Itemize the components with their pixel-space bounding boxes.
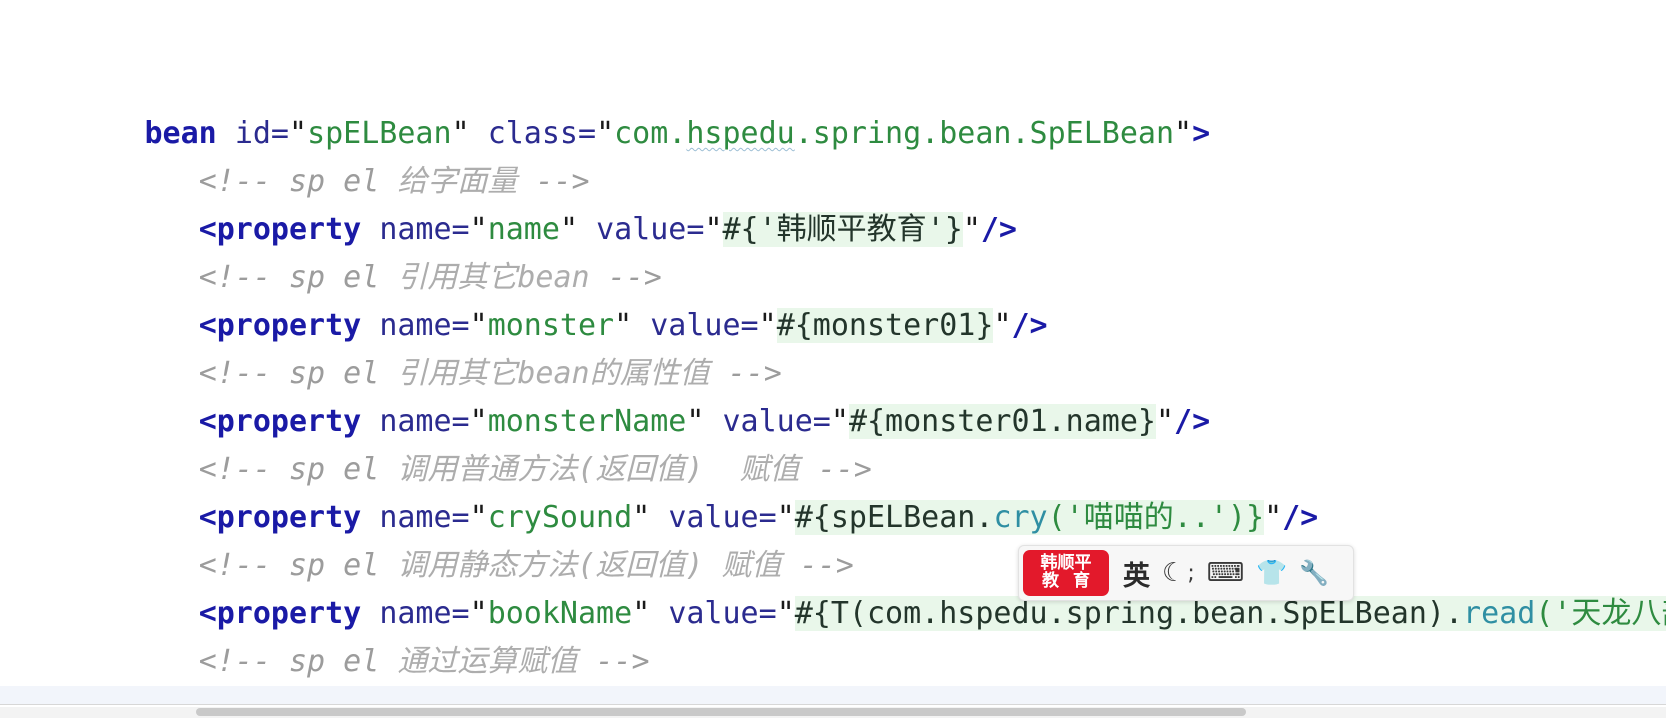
- token-property-tag-3: property: [216, 404, 362, 439]
- punctuation-mode-icon[interactable]: ;: [1187, 546, 1194, 600]
- token-comment-spel-3: sp el: [270, 356, 398, 391]
- skin-icon[interactable]: 👕: [1256, 546, 1287, 600]
- token-comment-open-2: <!--: [198, 260, 271, 295]
- token-prop-name-4: crySound: [487, 500, 633, 535]
- horizontal-scrollbar-thumb[interactable]: [196, 708, 1246, 716]
- token-comment-spel-2: sp el: [270, 260, 398, 295]
- token-selfclose-2: />: [1011, 308, 1048, 343]
- ime-floating-toolbar[interactable]: 韩顺平 教 育 英 ☾ ; ⌨ 👕 🔧: [1018, 545, 1354, 601]
- token-selfclose-4: />: [1282, 500, 1319, 535]
- token-comment-spel-5: sp el: [270, 548, 398, 583]
- token-id-value: spELBean: [307, 116, 452, 151]
- token-comment-spel-4: sp el: [270, 452, 398, 487]
- token-comment-open: <!--: [198, 164, 271, 199]
- token-name-attr-5: name=: [379, 596, 470, 631]
- token-name-attr-2: name=: [379, 308, 470, 343]
- token-class-attr: class=: [487, 116, 597, 151]
- token-class-prefix: com.: [614, 116, 687, 151]
- token-value-attr-5: value=: [668, 596, 777, 631]
- token-selfclose-3: />: [1174, 404, 1211, 439]
- token-comment-text-literal: 给字面量: [397, 164, 518, 199]
- token-comment-open-4: <!--: [198, 452, 271, 487]
- token-value-attr-4: value=: [668, 500, 777, 535]
- token-value-attr-3: value=: [722, 404, 831, 439]
- token-angle-close: >: [1192, 116, 1211, 151]
- token-el-monstername: #{monster01.name}: [848, 404, 1156, 439]
- code-line-bean-open[interactable]: bean id="spELBean" class="com.hspedu.spr…: [0, 14, 1666, 151]
- token-name-attr-4: name=: [379, 500, 470, 535]
- token-prop-name-3: monsterName: [487, 404, 687, 439]
- token-comment-open-3: <!--: [198, 356, 271, 391]
- moon-icon[interactable]: ☾: [1162, 546, 1185, 600]
- code-editor[interactable]: bean id="spELBean" class="com.hspedu.spr…: [0, 0, 1666, 719]
- token-comment-text-call-static: 调用静态方法(返回值) 赋值: [397, 548, 782, 583]
- token-el-cry-method: cry: [993, 500, 1048, 535]
- token-id-attr: id=: [234, 116, 289, 151]
- token-el-book-arg: ('天龙八部')}: [1535, 596, 1666, 631]
- token-comment-close-5: -->: [799, 548, 854, 583]
- code-line-comment-literal[interactable]: <!-- sp el 给字面量 -->: [0, 62, 1666, 199]
- tools-icon[interactable]: 🔧: [1299, 546, 1329, 600]
- token-prop-name-1: name: [487, 212, 560, 247]
- token-comment-close-4: -->: [817, 452, 872, 487]
- token-class-pkg: hspedu: [686, 116, 795, 151]
- token-comment-close-6: -->: [595, 644, 650, 679]
- token-comment-spel: sp el: [270, 164, 398, 199]
- token-el-monster: #{monster01}: [776, 308, 994, 343]
- token-comment-spel-6: sp el: [270, 644, 398, 679]
- token-bean-tag: bean: [144, 116, 217, 151]
- token-value-attr-2: value=: [650, 308, 759, 343]
- token-class-suffix: .spring.bean.SpELBean: [794, 116, 1175, 151]
- token-comment-text-call-method: 调用普通方法(返回值) 赋值: [397, 452, 800, 487]
- token-el-name: #{'韩顺平教育'}: [722, 212, 963, 247]
- token-el-book-method: read: [1463, 596, 1536, 631]
- token-property-tag-5: property: [216, 596, 362, 631]
- ime-language-toggle[interactable]: 英: [1123, 546, 1150, 600]
- token-name-attr-3: name=: [379, 404, 470, 439]
- token-el-cry-arg: ('喵喵的..')}: [1047, 500, 1265, 535]
- keyboard-icon[interactable]: ⌨: [1207, 546, 1245, 600]
- token-el-book-prefix: #{T(com.hspedu.spring.bean.SpELBean).: [794, 596, 1464, 631]
- token-comment-close-3: -->: [727, 356, 782, 391]
- token-comment-text-arith: 通过运算赋值: [397, 644, 578, 679]
- token-selfclose-1: />: [980, 212, 1017, 247]
- token-value-attr-1: value=: [596, 212, 705, 247]
- horizontal-scrollbar-track[interactable]: [0, 707, 1666, 718]
- token-el-cry-prefix: #{spELBean.: [794, 500, 994, 535]
- token-property-tag-4: property: [216, 500, 362, 535]
- ime-logo[interactable]: 韩顺平 教 育: [1023, 550, 1109, 596]
- token-property-tag-1: property: [216, 212, 362, 247]
- token-comment-close-2: -->: [607, 260, 662, 295]
- token-comment-close: -->: [535, 164, 590, 199]
- token-name-attr-1: name=: [379, 212, 470, 247]
- token-comment-open-5: <!--: [198, 548, 271, 583]
- code-lines[interactable]: bean id="spELBean" class="com.hspedu.spr…: [0, 0, 1666, 719]
- ime-logo-line2: 教 育: [1042, 571, 1094, 591]
- token-property-tag-2: property: [216, 308, 362, 343]
- token-comment-text-ref-prop: 引用其它bean的属性值: [397, 356, 710, 391]
- token-comment-open-6: <!--: [198, 644, 271, 679]
- bottom-bar: [0, 704, 1666, 719]
- token-comment-text-ref-bean: 引用其它bean: [397, 260, 590, 295]
- token-prop-name-2: monster: [487, 308, 615, 343]
- token-prop-name-5: bookName: [487, 596, 633, 631]
